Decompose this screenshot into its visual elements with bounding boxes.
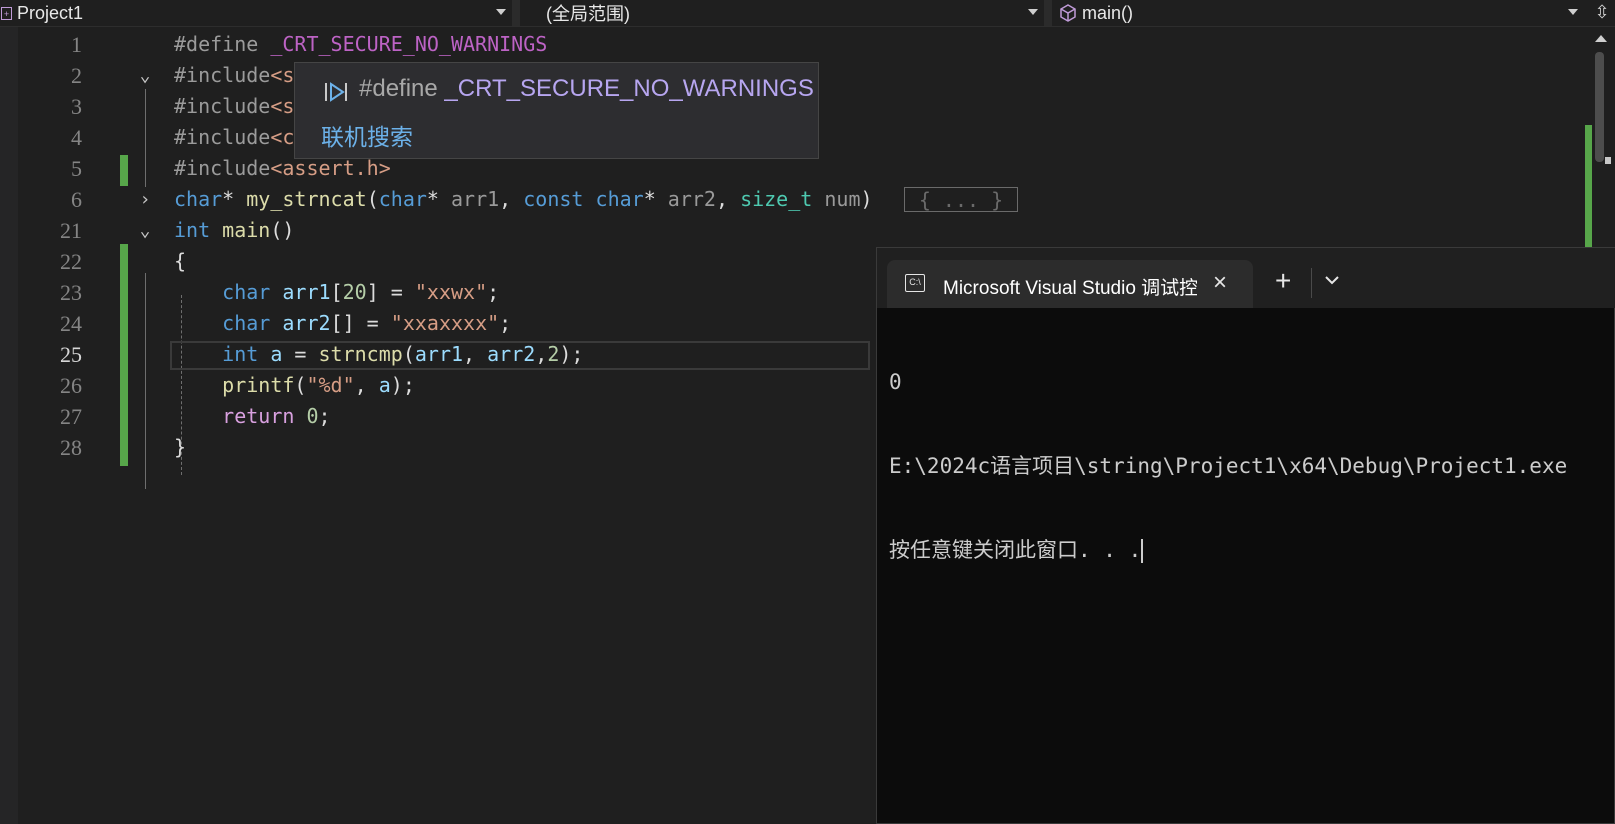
collapsed-code-button[interactable]: { ... }	[904, 187, 1018, 212]
line-number: 2	[71, 63, 82, 88]
code-text: #include<c	[174, 125, 295, 149]
code-line[interactable]: 6 › char* my_strncat(char* arr1, const c…	[0, 184, 1585, 215]
chevron-down-icon[interactable]: ⌄	[135, 215, 155, 246]
divider	[1044, 0, 1052, 26]
line-number: 3	[71, 94, 82, 119]
code-text: #define _CRT_SECURE_NO_WARNINGS	[174, 32, 548, 56]
line-number: 28	[60, 435, 82, 460]
online-search-link[interactable]: 联机搜索	[321, 118, 413, 152]
macro-icon	[325, 82, 347, 102]
code-text: char arr2[] = "xxaxxxx";	[222, 311, 512, 335]
line-number: 23	[60, 280, 82, 305]
code-text: int a = strncmp(arr1, arr2,2);	[222, 342, 584, 366]
chevron-right-icon[interactable]: ›	[135, 184, 155, 215]
chevron-down-icon[interactable]	[1321, 272, 1343, 288]
split-editor-icon[interactable]: ⇳	[1592, 2, 1612, 24]
function-dropdown-label: main()	[1082, 2, 1134, 23]
scope-dropdown-label: (全局范围)	[546, 4, 630, 24]
line-number: 4	[71, 125, 82, 150]
chevron-down-icon	[496, 9, 506, 15]
scroll-up-icon[interactable]	[1595, 35, 1607, 42]
macro-definition: #define _CRT_SECURE_NO_WARNINGS	[359, 75, 814, 103]
function-dropdown[interactable]: main()	[1054, 0, 1580, 26]
line-number: 26	[60, 373, 82, 398]
code-text: char* my_strncat(char* arr1, const char*…	[174, 187, 873, 211]
chevron-down-icon[interactable]: ⌄	[135, 60, 155, 91]
line-number: 1	[71, 32, 82, 57]
divider	[1311, 268, 1312, 298]
console-line-prompt: 按任意键关闭此窗口. . .	[889, 536, 1615, 564]
code-text: printf("%d", a);	[222, 373, 415, 397]
console-line: 按任意键关闭此窗口. . .	[889, 538, 1142, 562]
new-tab-icon[interactable]: +	[1275, 265, 1291, 297]
scope-dropdown[interactable]: (全局范围)	[522, 0, 1044, 26]
quick-info-tooltip: #define _CRT_SECURE_NO_WARNINGS 联机搜索	[294, 62, 819, 159]
line-number: 6	[71, 187, 82, 212]
console-icon: C:\	[905, 274, 925, 292]
code-line[interactable]: 21 ⌄ int main()	[0, 215, 1585, 246]
project-icon: +	[1, 6, 12, 20]
macro-name: _CRT_SECURE_NO_WARNINGS	[444, 75, 814, 102]
terminal-tab[interactable]: C:\ Microsoft Visual Studio 调试控制台 ×	[887, 260, 1253, 308]
navigation-bar: + Project1 (全局范围) main() ⇳	[0, 0, 1615, 27]
line-number: 22	[60, 249, 82, 274]
console-output[interactable]: 0 E:\2024c语言项目\string\Project1\x64\Debug…	[889, 312, 1615, 620]
console-line: E:\2024c语言项目\string\Project1\x64\Debug\P…	[889, 454, 1568, 478]
code-text: char arr1[20] = "xxwx";	[222, 280, 500, 304]
code-text: #include<s	[174, 94, 295, 118]
code-text: #include<s	[174, 63, 295, 87]
terminal-tab-title: Microsoft Visual Studio 调试控制台	[943, 278, 1197, 299]
line-number: 21	[60, 218, 82, 243]
terminal-titlebar: C:\ Microsoft Visual Studio 调试控制台 × +	[877, 248, 1615, 308]
scrollbar-thumb[interactable]	[1595, 52, 1604, 162]
project-dropdown[interactable]: + Project1	[0, 0, 512, 26]
debug-console-window[interactable]: C:\ Microsoft Visual Studio 调试控制台 × + 0 …	[876, 247, 1615, 824]
code-text: return 0;	[222, 404, 331, 428]
code-text: {	[174, 249, 187, 273]
cube-icon	[1060, 4, 1076, 22]
caret-marker	[1605, 157, 1611, 164]
chevron-down-icon	[1028, 9, 1038, 15]
change-marker	[1585, 125, 1592, 265]
chevron-down-icon	[1568, 9, 1578, 15]
text-cursor	[1141, 539, 1144, 563]
code-text: }	[174, 435, 187, 459]
line-number: 25	[60, 342, 82, 367]
code-line[interactable]: 1 #define _CRT_SECURE_NO_WARNINGS	[0, 29, 1585, 60]
close-icon[interactable]: ×	[1213, 269, 1227, 297]
console-line: 0	[889, 370, 902, 394]
project-dropdown-label: Project1	[17, 2, 84, 23]
define-keyword: #define	[359, 75, 438, 102]
line-number: 27	[60, 404, 82, 429]
line-number: 5	[71, 156, 82, 181]
code-text: int main()	[174, 218, 295, 242]
line-number: 24	[60, 311, 82, 336]
divider	[512, 0, 520, 26]
